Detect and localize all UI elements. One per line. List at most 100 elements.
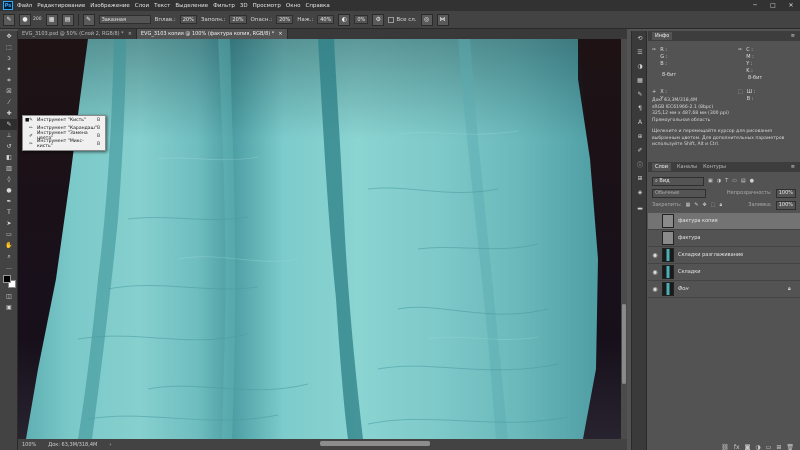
menu-item[interactable]: Просмотр	[253, 3, 281, 9]
eye-icon[interactable]: ◉	[648, 252, 662, 259]
path-select-tool-icon[interactable]: ➤	[0, 218, 18, 229]
lasso-tool-icon[interactable]: ↄ	[0, 53, 18, 64]
menu-item[interactable]: Файл	[17, 3, 32, 9]
pressure-icon[interactable]: ◎	[420, 13, 433, 26]
frame-tool-icon[interactable]: ☒	[0, 86, 18, 97]
brush-preset-picker[interactable]: ● 200	[19, 13, 42, 26]
swatches-icon[interactable]: ▦	[632, 73, 648, 87]
lock-all-icon[interactable]: 🔒︎	[719, 202, 722, 208]
menu-item[interactable]: 3D	[240, 3, 248, 9]
horizontal-scrollbar[interactable]	[320, 441, 430, 446]
panel-menu-icon[interactable]: ≡	[791, 164, 800, 170]
filter-smart-icon[interactable]: ▤	[741, 178, 746, 184]
menu-item[interactable]: Редактирование	[37, 3, 85, 9]
eraser-tool-icon[interactable]: ◧	[0, 152, 18, 163]
menu-item[interactable]: Слои	[135, 3, 149, 9]
adjustments-icon[interactable]: ◑	[632, 59, 648, 73]
status-arrow-icon[interactable]: ›	[109, 442, 111, 448]
tab-document-2[interactable]: EVG_3103 копия @ 100% (фактура копия, RG…	[136, 29, 288, 39]
menu-item[interactable]: Изображение	[90, 3, 130, 9]
foreground-color-swatch[interactable]	[3, 275, 11, 283]
close-icon[interactable]: ×	[128, 31, 132, 37]
hand-tool-icon[interactable]: ✋	[0, 240, 18, 251]
adjustment-layer-icon[interactable]: ◑	[755, 444, 760, 450]
zoom-level[interactable]: 100%	[22, 442, 36, 448]
lock-artboard-icon[interactable]: ⬚	[711, 202, 716, 208]
properties-icon[interactable]: ☰	[632, 45, 648, 59]
scroll-thumb[interactable]	[622, 304, 626, 384]
wet-input[interactable]: 40%	[317, 15, 335, 24]
menu-item[interactable]: Окно	[286, 3, 301, 9]
tab-info[interactable]: Инфо	[652, 32, 673, 40]
trash-icon[interactable]: 🗑︎	[786, 444, 794, 450]
navigator-icon[interactable]: ⊞	[632, 171, 648, 185]
history-brush-tool-icon[interactable]: ↺	[0, 141, 18, 152]
layer-opacity-input[interactable]: 100%	[775, 188, 796, 198]
minimize-icon[interactable]: ─	[746, 0, 764, 11]
pen-tool-icon[interactable]: ✒	[0, 196, 18, 207]
symmetry-icon[interactable]: ⋈	[436, 13, 449, 26]
tab-channels[interactable]: Каналы	[677, 164, 697, 170]
move-tool-icon[interactable]: ✥	[0, 31, 18, 42]
menu-item[interactable]: Справка	[305, 3, 329, 9]
paragraph-icon[interactable]: ¶	[632, 101, 648, 115]
filter-toggle-icon[interactable]: ●	[750, 178, 754, 184]
maximize-icon[interactable]: □	[764, 0, 782, 11]
histogram-icon[interactable]: ▂	[632, 199, 648, 213]
menu-item[interactable]: Выделение	[175, 3, 208, 9]
layer-row[interactable]: фактура копия	[648, 213, 800, 230]
clone-source-icon[interactable]: ⊕	[632, 129, 648, 143]
brush-presets-icon[interactable]: ✐	[632, 143, 648, 157]
mode-icon[interactable]: ✎	[82, 13, 95, 26]
eye-icon[interactable]: ◉	[648, 286, 662, 293]
tab-document-1[interactable]: EVG_3103.psd @ 50% (Слой 2, RGB/8) * ×	[18, 29, 137, 39]
layer-filter-select[interactable]: ⌕ Вид	[652, 176, 704, 186]
lock-position-icon[interactable]: ✥	[703, 202, 707, 208]
info-icon[interactable]: ⓘ	[632, 157, 648, 171]
link-icon[interactable]: ⛓	[721, 444, 729, 450]
gear-icon[interactable]: ⚙	[372, 13, 385, 26]
flow-input[interactable]: 20%	[229, 15, 247, 24]
brush-tool-icon[interactable]: ✎	[0, 119, 18, 130]
crop-tool-icon[interactable]: ⌗	[0, 75, 18, 86]
airbrush-icon[interactable]: ◐	[338, 13, 351, 26]
mode-select[interactable]: Заказная	[98, 15, 151, 24]
document-canvas[interactable]	[18, 39, 627, 439]
styles-icon[interactable]: ◈	[632, 185, 648, 199]
gradient-tool-icon[interactable]: ▥	[0, 163, 18, 174]
lock-paint-icon[interactable]: ✎	[694, 202, 698, 208]
eye-icon[interactable]: ◉	[648, 269, 662, 276]
smooth-input[interactable]: 20%	[276, 15, 294, 24]
brush-tool-icon[interactable]: ✎	[3, 13, 15, 26]
menu-item[interactable]: Текст	[154, 3, 170, 9]
zoom-tool-icon[interactable]: ⌕	[0, 251, 18, 262]
angle-input[interactable]: 0%	[354, 15, 369, 24]
eyedropper-tool-icon[interactable]: ⁄	[0, 97, 18, 108]
sample-all-checkbox[interactable]: Все сл.	[388, 16, 417, 23]
opacity-input[interactable]: 20%	[179, 15, 197, 24]
layer-row[interactable]: ◉ Фон 🔒︎	[648, 281, 800, 298]
flyout-item-mixer-brush[interactable]: ✑ Инструмент "Микс-кисть" B	[23, 139, 105, 149]
layer-row[interactable]: ◉ Складки разглаживание	[648, 247, 800, 264]
tab-layers[interactable]: Слои	[652, 163, 671, 171]
filter-shape-icon[interactable]: ▭	[732, 178, 737, 184]
type-tool-icon[interactable]: T	[0, 207, 18, 218]
close-icon[interactable]: ✕	[782, 0, 800, 11]
mask-icon[interactable]: ◙	[745, 444, 751, 450]
blend-mode-select[interactable]: Обычные	[652, 188, 706, 198]
fill-input[interactable]: 100%	[775, 200, 796, 210]
character-icon[interactable]: A	[632, 115, 648, 129]
history-icon[interactable]: ⟲	[632, 31, 648, 45]
new-layer-icon[interactable]: ⊞	[776, 444, 781, 450]
layer-row[interactable]: ◉ Складки	[648, 264, 800, 281]
panel-menu-icon[interactable]: ≡	[791, 33, 800, 39]
brush-settings-icon[interactable]: ▦	[45, 13, 58, 26]
filter-adjust-icon[interactable]: ◑	[717, 178, 721, 184]
more-tools-icon[interactable]: …	[0, 262, 18, 273]
filter-type-icon[interactable]: T	[725, 178, 728, 184]
tab-paths[interactable]: Контуры	[703, 164, 726, 170]
blur-tool-icon[interactable]: ◊	[0, 174, 18, 185]
color-swatches[interactable]	[0, 273, 17, 291]
marquee-tool-icon[interactable]: ⬚	[0, 42, 18, 53]
brush-panel-icon[interactable]: ▤	[61, 13, 74, 26]
